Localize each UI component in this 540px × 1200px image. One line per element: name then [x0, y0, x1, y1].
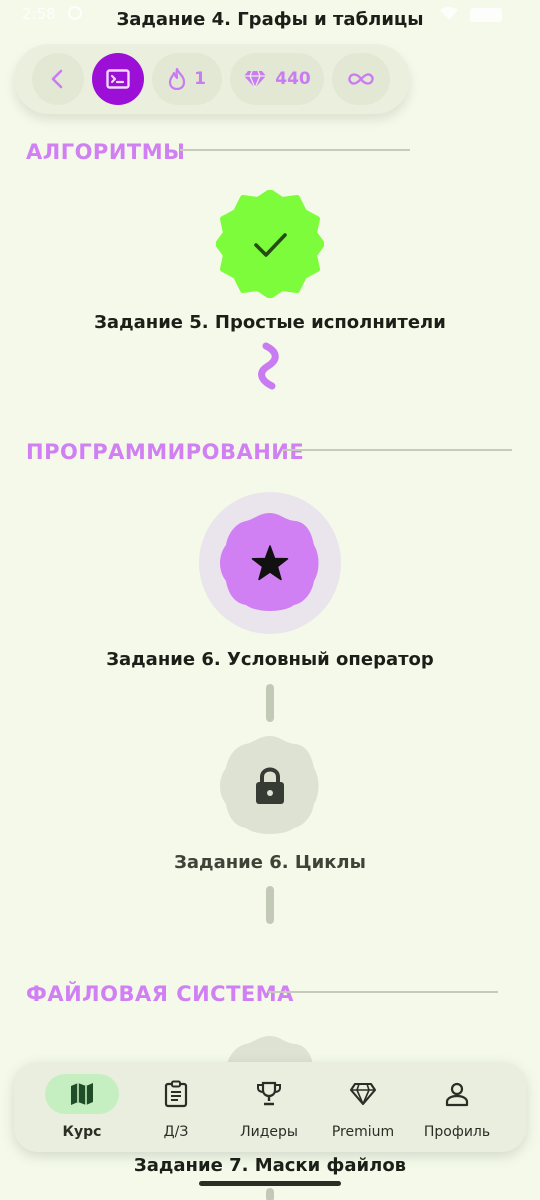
- diamond-icon: [244, 70, 267, 89]
- section-divider: [268, 991, 498, 993]
- flame-icon: [168, 68, 186, 90]
- top-toolbar: 1 440: [14, 44, 410, 114]
- infinity-icon: [348, 73, 374, 85]
- diamond-icon: [349, 1082, 377, 1106]
- section-divider: [180, 149, 410, 151]
- completed-badge: [215, 189, 325, 299]
- gems-count: 440: [275, 69, 311, 89]
- section-title-filesystem: ФАЙЛОВАЯ СИСТЕМА: [26, 982, 294, 1006]
- nav-item-premium[interactable]: Premium: [315, 1062, 411, 1152]
- section-divider: [282, 449, 512, 451]
- section-title-programming: ПРОГРАММИРОВАНИЕ: [26, 440, 305, 464]
- person-icon: [445, 1082, 469, 1107]
- map-icon: [71, 1083, 93, 1105]
- streak-count: 1: [194, 69, 206, 89]
- lesson-label-task5: Задание 5. Простые исполнители: [94, 312, 446, 333]
- back-button[interactable]: [32, 53, 84, 105]
- trophy-icon: [257, 1081, 281, 1106]
- nav-label: Д/З: [163, 1124, 189, 1140]
- nav-item-course[interactable]: Курс: [34, 1062, 130, 1152]
- progress-squiggle: [258, 342, 279, 390]
- nav-item-homework[interactable]: Д/З: [128, 1062, 224, 1152]
- lesson-label-task6-loops: Задание 6. Циклы: [174, 852, 366, 873]
- console-button[interactable]: [92, 53, 144, 105]
- lesson-label-task6-conditional: Задание 6. Условный оператор: [106, 649, 434, 670]
- gems-button[interactable]: 440: [230, 53, 324, 105]
- bottom-navigation: Курс Д/З Лидеры Premium Профиль: [14, 1062, 526, 1152]
- page-title: Задание 4. Графы и таблицы: [116, 9, 424, 30]
- home-indicator[interactable]: [199, 1181, 341, 1186]
- terminal-icon: [106, 69, 130, 89]
- lesson-node-task6-loops[interactable]: [216, 732, 324, 840]
- lesson-node-task5[interactable]: [215, 189, 325, 299]
- nav-item-leaders[interactable]: Лидеры: [221, 1062, 317, 1152]
- nav-label: Курс: [62, 1124, 102, 1140]
- path-connector: [266, 1188, 274, 1200]
- section-title-algorithms: АЛГОРИТМЫ: [26, 140, 186, 164]
- path-connector: [266, 886, 274, 924]
- locked-badge: [220, 736, 319, 834]
- nav-label: Профиль: [423, 1124, 491, 1140]
- chevron-left-icon: [51, 69, 63, 89]
- lesson-label-task7: Задание 7. Маски файлов: [133, 1155, 407, 1176]
- path-connector: [266, 684, 274, 722]
- nav-label: Premium: [331, 1124, 395, 1140]
- clipboard-icon: [164, 1080, 188, 1108]
- nav-label: Лидеры: [240, 1124, 298, 1140]
- nav-item-profile[interactable]: Профиль: [409, 1062, 505, 1152]
- streak-button[interactable]: 1: [152, 53, 222, 105]
- infinity-button[interactable]: [332, 53, 390, 105]
- lesson-node-task6-conditional[interactable]: [199, 492, 341, 634]
- current-badge: [220, 513, 319, 611]
